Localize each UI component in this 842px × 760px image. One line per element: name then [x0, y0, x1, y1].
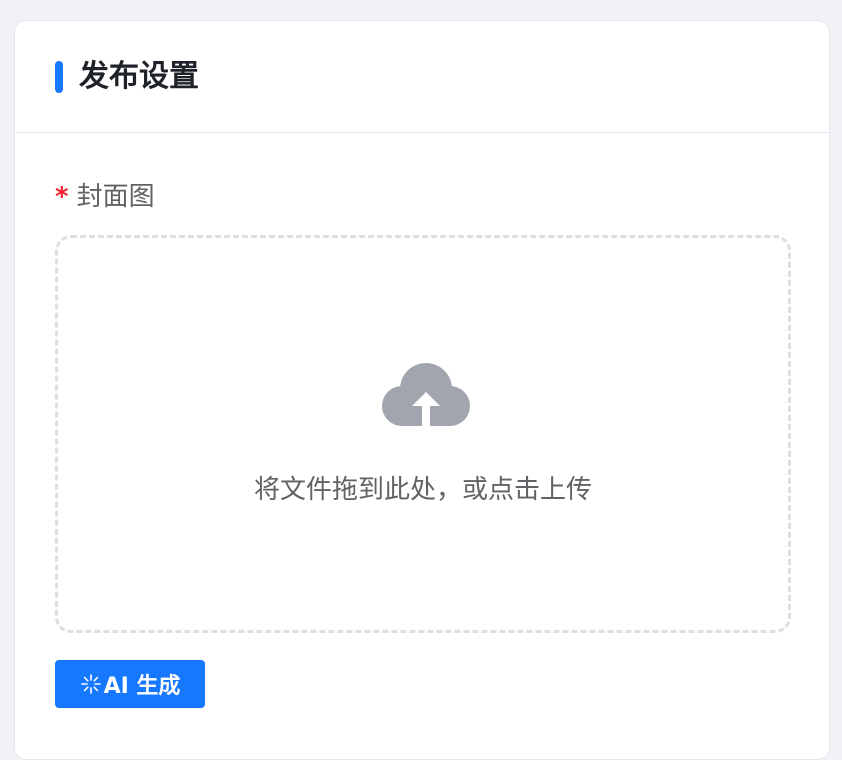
ai-generate-button[interactable]: AI 生成	[55, 660, 205, 708]
cover-upload-dropzone[interactable]: 将文件拖到此处，或点击上传	[55, 235, 791, 633]
publish-settings-card: 发布设置 * 封面图 将文件拖到此处，或点击上传 AI 生成	[14, 20, 830, 760]
ai-generate-label: AI 生成	[103, 674, 181, 699]
cover-label-text: 封面图	[76, 182, 155, 212]
cover-form-label: * 封面图	[55, 177, 155, 217]
sparkle-icon	[80, 674, 101, 694]
title-accent-bar	[55, 61, 63, 93]
upload-hint-text: 将文件拖到此处，或点击上传	[253, 475, 592, 505]
card-title: 发布设置	[79, 59, 199, 94]
card-header: 发布设置	[15, 21, 829, 133]
cloud-upload-icon	[382, 363, 470, 430]
required-mark: *	[55, 182, 69, 212]
